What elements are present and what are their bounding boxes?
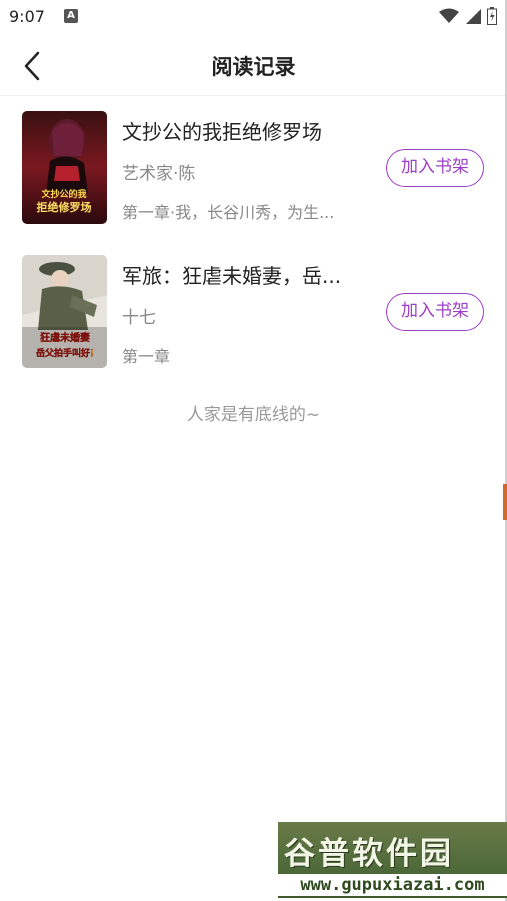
watermark-url: www.gupuxiazai.com: [278, 874, 507, 896]
add-to-bookshelf-button[interactable]: 加入书架: [386, 293, 484, 331]
page-title: 阅读记录: [211, 55, 296, 79]
watermark-logo: 谷普软件园 www.gupuxiazai.com: [278, 822, 507, 898]
app-header: 阅读记录: [0, 34, 507, 96]
cover-title-bottom: 岳父拍手叫好!: [36, 347, 94, 359]
book-author: 十七: [122, 308, 156, 328]
cover-title-top: 狂虐未婚妻: [40, 331, 90, 344]
book-author: 艺术家·陈: [122, 164, 196, 184]
add-to-bookshelf-button[interactable]: 加入书架: [386, 149, 484, 187]
status-indicators: [439, 7, 497, 25]
status-bar: 9:07 A: [0, 0, 507, 34]
book-title[interactable]: 文抄公的我拒绝修罗场: [122, 116, 372, 145]
list-item[interactable]: 文抄公的我 拒绝修罗场 文抄公的我拒绝修罗场 艺术家·陈 第一章·我，长谷川秀，…: [0, 96, 507, 240]
battery-icon: [487, 7, 497, 25]
book-title[interactable]: 军旅：狂虐未婚妻，岳...: [122, 260, 372, 289]
app-notification-icon: A: [64, 9, 78, 23]
book-chapter: 第一章·我，长谷川秀，为生...: [122, 203, 335, 222]
watermark-title: 谷普软件园: [284, 836, 454, 872]
wifi-icon: [439, 8, 459, 23]
book-cover[interactable]: 文抄公的我 拒绝修罗场: [22, 111, 107, 224]
edge-marker: [503, 484, 507, 520]
cover-title-bottom: 拒绝修罗场: [37, 200, 92, 214]
status-time: 9:07: [9, 7, 45, 26]
reading-history-list: 文抄公的我 拒绝修罗场 文抄公的我拒绝修罗场 艺术家·陈 第一章·我，长谷川秀，…: [0, 96, 507, 384]
list-item[interactable]: 狂虐未婚妻 岳父拍手叫好! 军旅：狂虐未婚妻，岳... 十七 第一章 加入书架: [0, 240, 507, 384]
book-cover[interactable]: 狂虐未婚妻 岳父拍手叫好!: [22, 255, 107, 368]
book-chapter: 第一章: [122, 347, 171, 366]
cover-title-top: 文抄公的我: [40, 188, 86, 200]
signal-icon: [466, 9, 481, 24]
list-end-text: 人家是有底线的~: [186, 405, 321, 425]
